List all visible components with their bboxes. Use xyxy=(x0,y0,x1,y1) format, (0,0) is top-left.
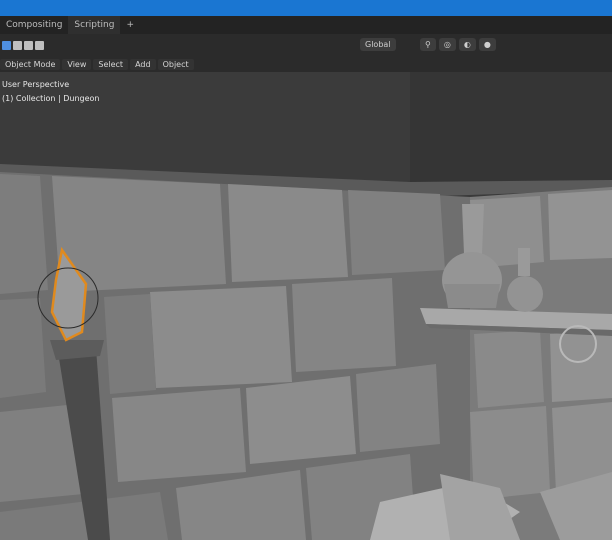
workspace-tab-bar: Compositing Scripting + xyxy=(0,16,612,34)
tab-scripting[interactable]: Scripting xyxy=(68,16,121,34)
viewport-header: Global ⚲ ◎ ◐ ● xyxy=(0,34,612,56)
menu-object-mode[interactable]: Object Mode xyxy=(0,58,61,70)
scene-render xyxy=(0,72,612,540)
menu-add[interactable]: Add xyxy=(130,58,156,70)
tab-compositing[interactable]: Compositing xyxy=(0,16,68,34)
select-circle-icon[interactable] xyxy=(24,40,33,50)
menu-object[interactable]: Object xyxy=(157,58,194,70)
proportional-edit-icon[interactable]: ◎ xyxy=(438,38,456,51)
menu-view[interactable]: View xyxy=(62,58,92,70)
shading-icon[interactable]: ● xyxy=(478,38,496,51)
snap-icon[interactable]: ⚲ xyxy=(420,38,436,51)
viewport-menubar: Object Mode View Select Add Object xyxy=(0,56,612,72)
viewport-perspective-label: User Perspective xyxy=(2,80,70,89)
select-lasso-icon[interactable] xyxy=(35,40,44,50)
transform-orientation-dropdown[interactable]: Global xyxy=(360,38,396,51)
add-workspace-button[interactable]: + xyxy=(120,16,140,34)
window-title-bar xyxy=(0,0,612,16)
menu-select[interactable]: Select xyxy=(93,58,129,70)
3d-viewport[interactable]: User Perspective (1) Collection | Dungeo… xyxy=(0,72,612,540)
viewport-collection-label: (1) Collection | Dungeon xyxy=(2,94,100,103)
select-box-icon[interactable] xyxy=(2,40,11,50)
select-tweak-icon[interactable] xyxy=(13,40,22,50)
overlay-icon[interactable]: ◐ xyxy=(458,38,476,51)
